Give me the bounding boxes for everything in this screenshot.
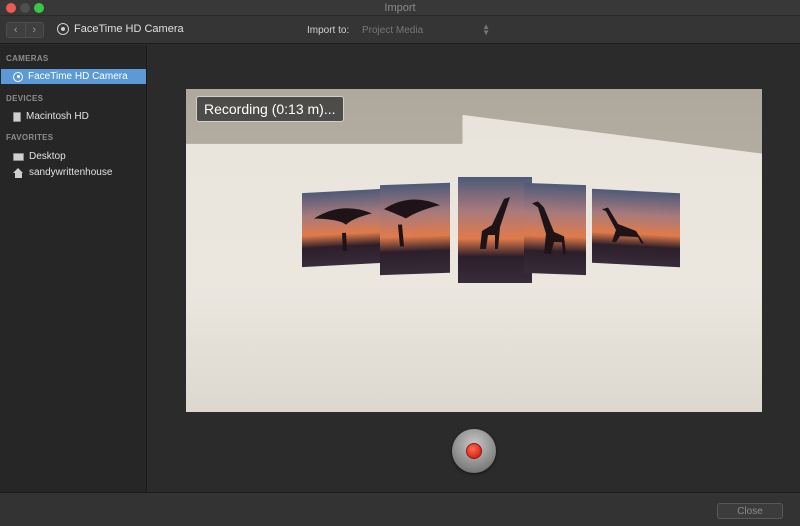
tree-silhouette [384,199,440,247]
desktop-icon [13,152,24,161]
sidebar-item-label: Desktop [29,151,66,162]
source-label: FaceTime HD Camera [74,23,184,35]
sidebar-item-label: Macintosh HD [26,111,89,122]
sidebar-item-facetime-camera[interactable]: FaceTime HD Camera [1,69,146,84]
canvas-panel [458,177,532,283]
sidebar-item-macintosh-hd[interactable]: Macintosh HD [1,109,146,124]
sidebar-item-label: sandywrittenhouse [29,167,113,178]
source-indicator: FaceTime HD Camera [57,23,184,35]
section-header-devices: DEVICES [6,94,44,103]
sidebar-item-label: FaceTime HD Camera [28,71,128,82]
record-icon [466,443,482,459]
chevron-left-icon: ‹ [13,24,18,36]
disk-icon [13,111,21,122]
forward-button[interactable]: › [24,23,43,37]
bottom-bar: Close [0,492,800,526]
giraffe-silhouette [480,197,510,249]
import-to-label: Import to: [307,25,350,36]
title-bar: Import [0,0,800,16]
section-header-favorites: FAVORITES [6,133,54,142]
chevron-updown-icon: ▲ ▼ [482,22,490,37]
import-to-value: Project Media [362,24,424,36]
canvas-panel [380,182,450,276]
import-to-select[interactable]: Project Media ▲ ▼ [356,21,494,39]
chevron-right-icon: › [32,24,37,36]
sidebar: CAMERAS FaceTime HD Camera DEVICES Macin… [0,45,147,492]
home-icon [13,167,24,178]
toolbar: ‹ › FaceTime HD Camera Import to: Projec… [0,16,800,44]
canvas-panel [524,182,586,276]
camera-icon [13,71,23,82]
main-area: Recording (0:13 m)... [148,45,800,492]
camera-preview: Recording (0:13 m)... [186,89,762,412]
nav-buttons: ‹ › [6,22,44,38]
back-button[interactable]: ‹ [7,23,25,37]
giraffe-silhouette [532,201,566,255]
record-button[interactable] [452,429,496,473]
camera-icon [57,23,69,35]
section-header-cameras: CAMERAS [6,54,49,63]
sidebar-item-desktop[interactable]: Desktop [1,149,146,164]
window-title: Import [384,2,416,14]
close-button[interactable]: Close [717,503,783,519]
sidebar-item-home[interactable]: sandywrittenhouse [1,165,146,180]
canvas-panel [302,188,382,268]
giraffe-silhouette [602,207,644,244]
tree-silhouette [314,208,372,251]
recording-status: Recording (0:13 m)... [196,96,344,122]
canvas-panel [592,188,680,268]
